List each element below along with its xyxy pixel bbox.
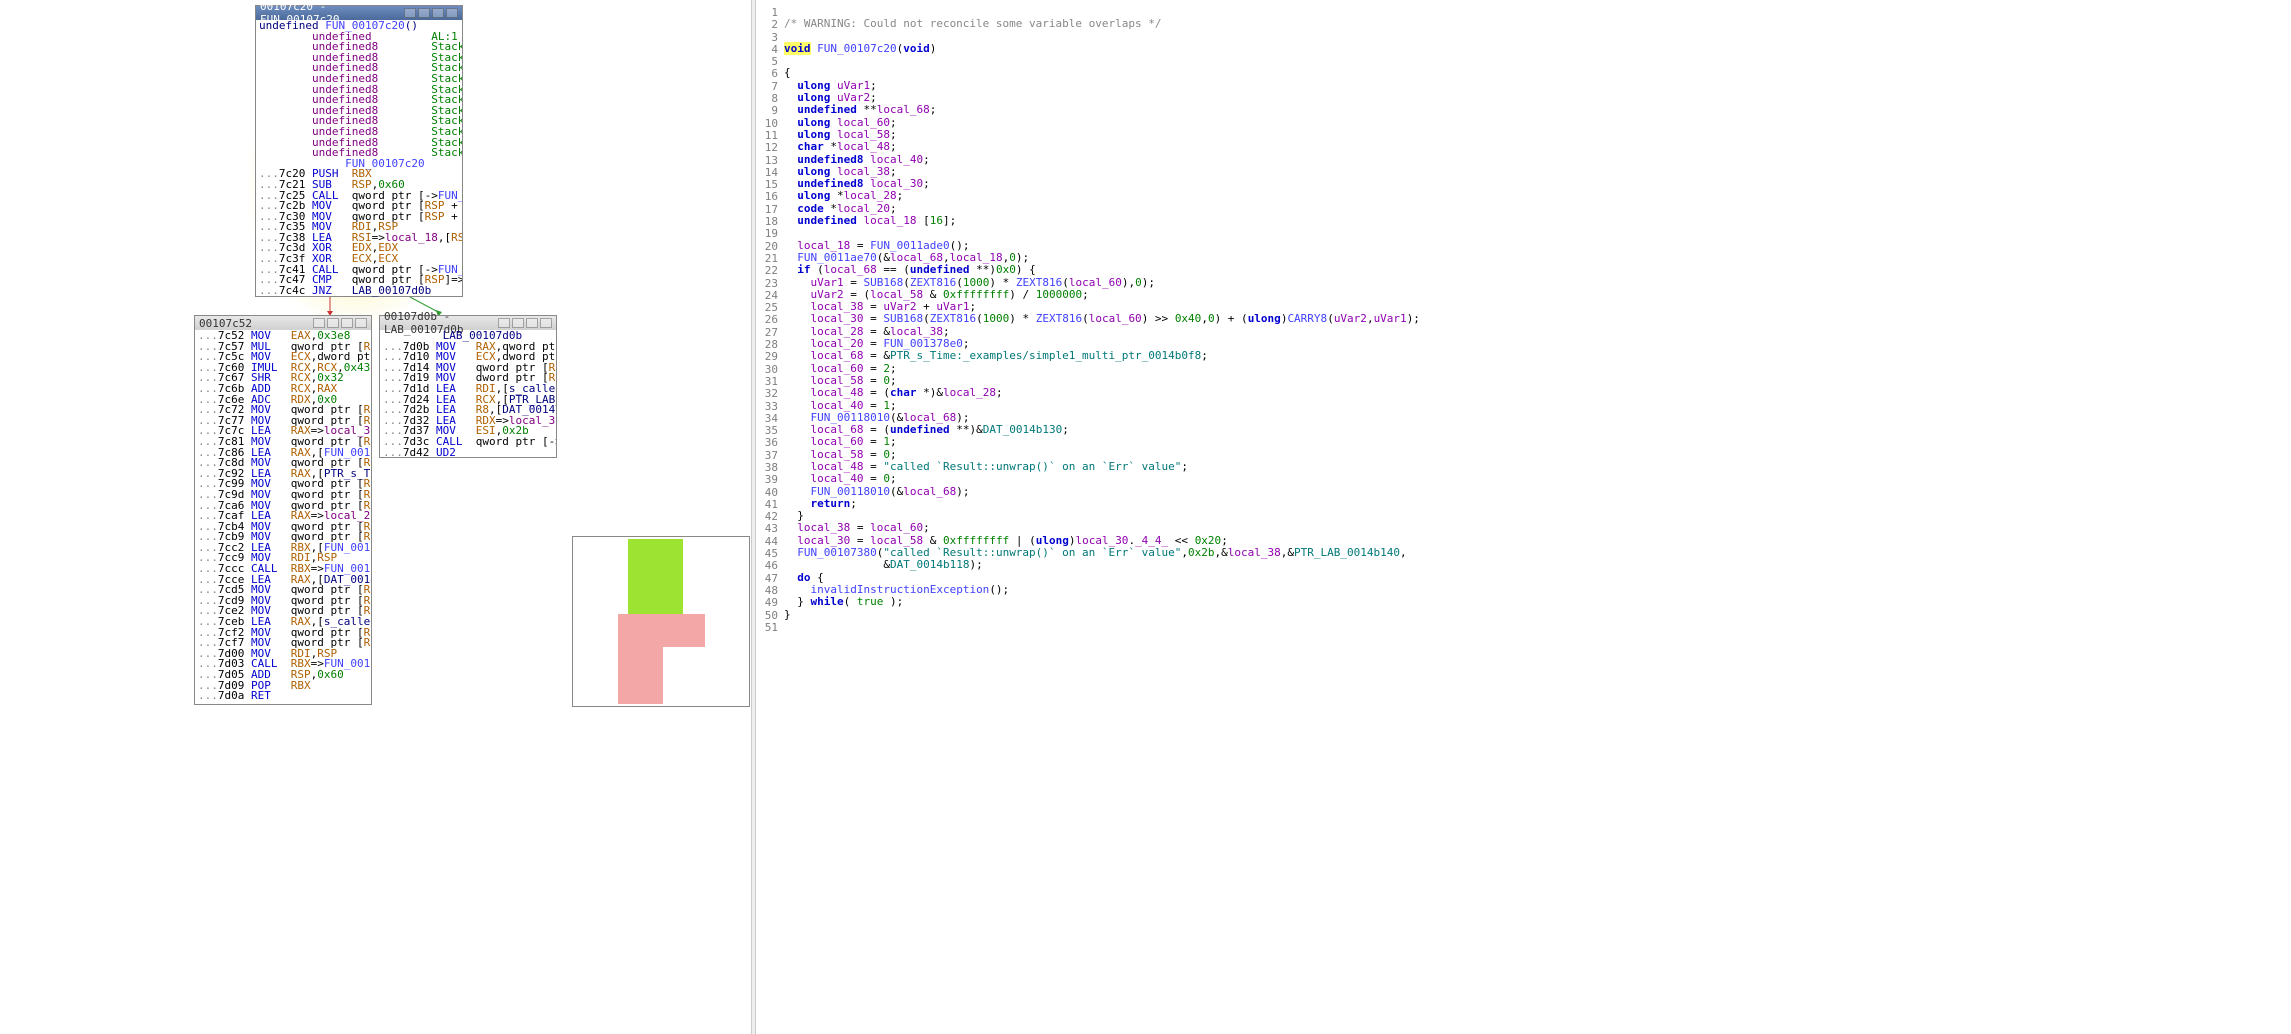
block-icon-min[interactable] [418, 8, 430, 18]
minimap-node [663, 614, 705, 647]
block-icon-max[interactable] [341, 318, 353, 328]
asm-block-right[interactable]: 00107d0b - LAB_00107d0b LAB_00107d0b...7… [379, 315, 557, 458]
block-icon-min[interactable] [512, 318, 524, 328]
graph-minimap[interactable] [572, 536, 750, 707]
block-icon-edit[interactable] [498, 318, 510, 328]
block-body-right[interactable]: LAB_00107d0b...7d0b MOV RAX,qword ptr [R… [380, 330, 556, 459]
block-titlebar-main[interactable]: 00107c20 - FUN_00107c20 [256, 6, 462, 20]
block-icon-close[interactable] [355, 318, 367, 328]
block-body-left[interactable]: ...7c52 MOV EAX,0x3e8...7c57 MUL qword p… [195, 330, 371, 703]
block-body-main[interactable]: undefined FUN_00107c20() undefined AL:1 … [256, 20, 462, 297]
asm-block-left[interactable]: 00107c52 ...7c52 MOV EAX,0x3e8...7c57 MU… [194, 315, 372, 705]
block-icon-min[interactable] [327, 318, 339, 328]
line-number-gutter: 1234567891011121314151617181920212223242… [756, 0, 784, 1034]
block-icon-close[interactable] [540, 318, 552, 328]
block-icon-edit[interactable] [313, 318, 325, 328]
graph-view-pane: 00107c20 - FUN_00107c20 undefined FUN_00… [0, 0, 751, 1034]
minimap-node [618, 614, 663, 704]
block-titlebar-right[interactable]: 00107d0b - LAB_00107d0b [380, 316, 556, 330]
block-icon-edit[interactable] [404, 8, 416, 18]
block-icon-max[interactable] [432, 8, 444, 18]
decompiled-code[interactable]: /* WARNING: Could not reconcile some var… [784, 0, 2291, 1034]
asm-block-main[interactable]: 00107c20 - FUN_00107c20 undefined FUN_00… [255, 5, 463, 297]
block-titlebar-left[interactable]: 00107c52 [195, 316, 371, 330]
minimap-node [628, 539, 683, 614]
block-icon-close[interactable] [446, 8, 458, 18]
decompiler-pane: 1234567891011121314151617181920212223242… [756, 0, 2291, 1034]
block-icon-max[interactable] [526, 318, 538, 328]
block-title: 00107c52 [199, 317, 252, 330]
